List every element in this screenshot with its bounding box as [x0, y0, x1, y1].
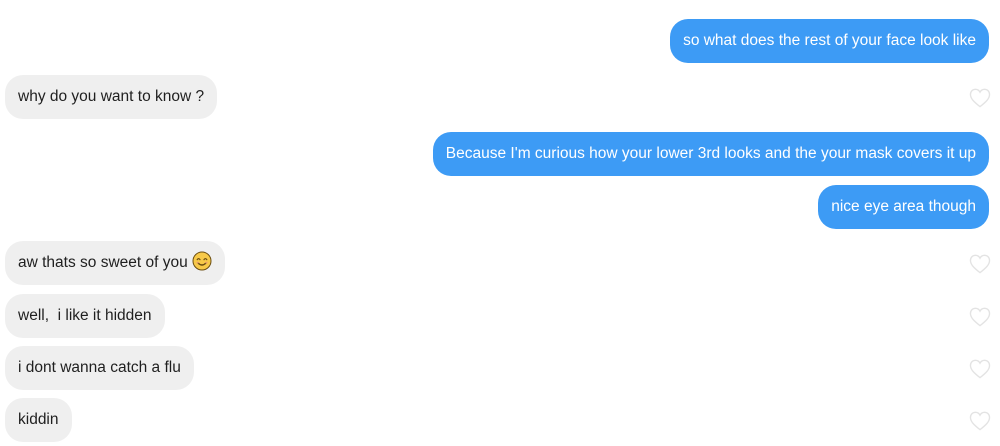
message-text: aw thats so sweet of you: [18, 254, 188, 271]
sent-message-bubble[interactable]: nice eye area though: [818, 185, 989, 229]
received-message-bubble[interactable]: why do you want to know ?: [5, 75, 218, 119]
received-message-bubble[interactable]: kiddin: [5, 398, 72, 442]
received-message-bubble[interactable]: aw thats so sweet of you: [5, 241, 225, 285]
received-message-bubble[interactable]: well, i like it hidden: [5, 294, 165, 338]
sent-message-bubble[interactable]: Because I'm curious how your lower 3rd l…: [432, 132, 989, 176]
heart-outline-icon[interactable]: [969, 359, 991, 379]
heart-outline-icon[interactable]: [969, 411, 991, 431]
heart-outline-icon[interactable]: [969, 307, 991, 327]
sent-message-bubble[interactable]: so what does the rest of your face look …: [670, 19, 989, 63]
smiling-face-emoji-icon: [192, 245, 212, 271]
received-message-bubble[interactable]: i dont wanna catch a flu: [5, 346, 194, 390]
heart-outline-icon[interactable]: [969, 88, 991, 108]
heart-outline-icon[interactable]: [969, 254, 991, 274]
